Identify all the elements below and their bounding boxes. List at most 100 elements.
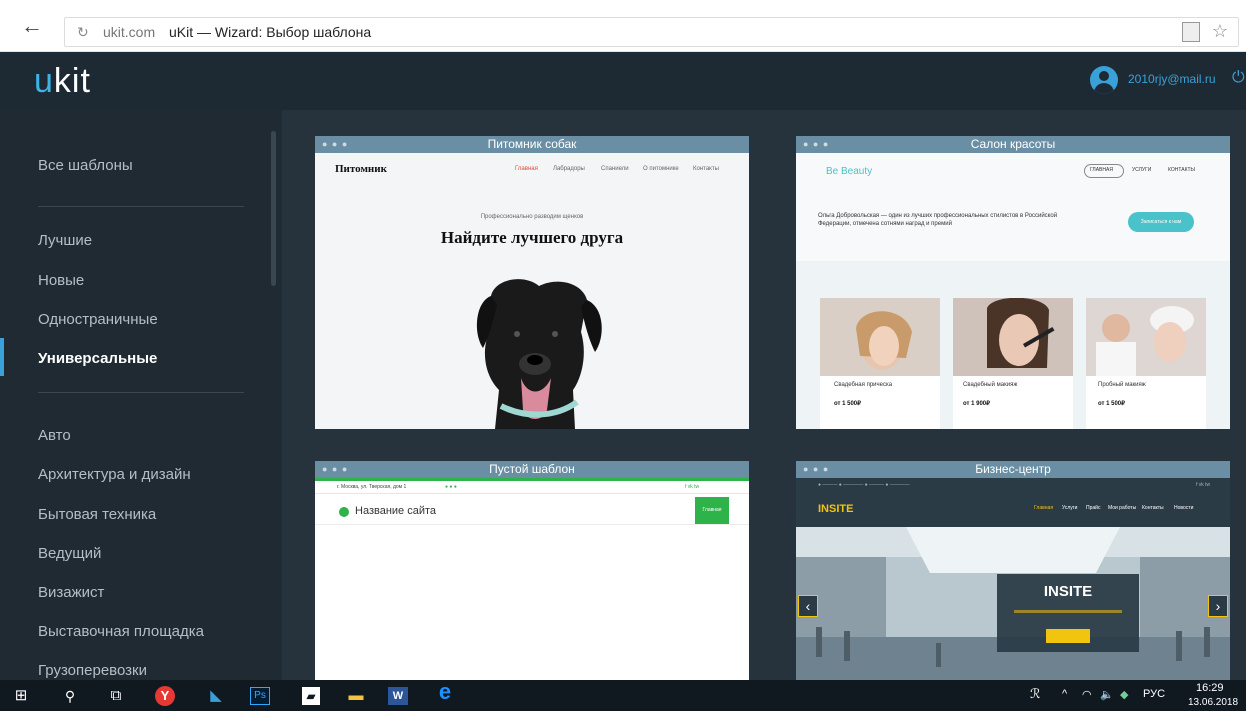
preview-contact: г. Москва, ул. Тверская, дом 1: [337, 484, 407, 490]
service-price: от 1 500₽: [834, 401, 861, 407]
preview-nav-item: Лабрадоры: [553, 166, 585, 172]
preview-accent-line: [315, 478, 749, 481]
sidebar-item-architecture[interactable]: Архитектура и дизайн: [38, 466, 191, 483]
preview-nav-item: Мои работы: [1108, 505, 1137, 511]
sidebar-item-onepage[interactable]: Одностраничные: [38, 311, 158, 328]
bookmark-icon[interactable]: [1182, 22, 1200, 42]
makeup-photo: [953, 297, 1073, 376]
card-title: Питомник собак: [487, 137, 577, 151]
browser-toolbar: ← ↻ ukit.com uKit — Wizard: Выбор шаблон…: [0, 0, 1246, 52]
slider-next-icon: ›: [1208, 595, 1228, 617]
sidebar-scrollbar[interactable]: [271, 131, 276, 286]
template-card-dog-kennel[interactable]: ● ● ● Питомник собак Питомник Главная Ла…: [315, 136, 749, 429]
people-icon[interactable]: ℛ: [1030, 686, 1040, 702]
card-title: Бизнес-центр: [975, 462, 1051, 476]
windows-start-icon[interactable]: ⊞: [10, 687, 32, 705]
wifi-icon[interactable]: ◠: [1082, 688, 1092, 701]
template-card-business-center[interactable]: ● ● ● Бизнес-центр ● ——— ● ———— ● ——— ● …: [796, 461, 1230, 680]
sidebar-item-best[interactable]: Лучшие: [38, 232, 92, 249]
address-domain: ukit.com: [103, 24, 156, 40]
slider-prev-icon: ‹: [798, 595, 818, 617]
star-icon[interactable]: ☆: [1212, 21, 1228, 42]
preview-nav-item: ГЛАВНАЯ: [1090, 167, 1113, 173]
sidebar-divider: [38, 206, 244, 207]
sidebar-item-appliances[interactable]: Бытовая техника: [38, 506, 156, 523]
bride-hair-photo: [820, 298, 940, 376]
preview-divider: [315, 493, 749, 494]
template-card-blank[interactable]: ● ● ● Пустой шаблон г. Москва, ул. Тверс…: [315, 461, 749, 680]
avatar[interactable]: [1090, 66, 1118, 94]
card-titlebar: ● ● ● Питомник собак: [315, 136, 749, 153]
sidebar-item-host[interactable]: Ведущий: [38, 545, 101, 562]
volume-icon[interactable]: 🔈: [1100, 688, 1114, 701]
tray-chevron-icon[interactable]: ^: [1062, 688, 1067, 700]
sidebar-divider: [38, 392, 244, 393]
yandex-browser-icon[interactable]: Y: [155, 686, 175, 706]
preview-nav-item: Контакты: [1142, 505, 1164, 511]
preview-intro: Ольга Добровольская — один из лучших про…: [818, 213, 1058, 227]
category-sidebar: Все шаблоны Лучшие Новые Одностраничные …: [0, 110, 282, 680]
preview-hero-button: [1046, 629, 1090, 643]
preview-tagline: Профессионально разводим щенков: [480, 214, 584, 220]
power-icon[interactable]: ⏻: [1232, 69, 1245, 87]
service-price: от 1 500₽: [1098, 401, 1125, 407]
trial-makeup-photo: [1086, 298, 1206, 376]
card-title: Пустой шаблон: [489, 462, 575, 476]
preview-nav-item: Новости: [1174, 505, 1194, 511]
preview-social-icons: f vk tw: [1196, 482, 1211, 488]
preview-brand: Be Beauty: [826, 166, 873, 177]
preview-service-card: Пробный макияж от 1 500₽: [1086, 298, 1206, 429]
preview-nav-item: Услуги: [1062, 505, 1078, 511]
preview-service-card: Свадебная прическа от 1 500₽: [820, 298, 940, 429]
preview-brand: INSITE: [818, 503, 854, 515]
site-logo-icon: [339, 507, 349, 517]
sidebar-item-all[interactable]: Все шаблоны: [38, 157, 133, 174]
preview-nav-item: Спаниели: [601, 166, 629, 172]
card-titlebar: ● ● ● Пустой шаблон: [315, 461, 749, 478]
address-bar[interactable]: ↻ ukit.com uKit — Wizard: Выбор шаблона …: [64, 17, 1239, 47]
sidebar-item-auto[interactable]: Авто: [38, 427, 71, 444]
template-grid: ● ● ● Питомник собак Питомник Главная Ла…: [282, 110, 1246, 680]
search-icon[interactable]: ⚲: [60, 687, 80, 705]
user-email[interactable]: 2010rjy@mail.ru: [1128, 72, 1216, 86]
template-card-beauty-salon[interactable]: ● ● ● Салон красоты Be Beauty ГЛАВНАЯ УС…: [796, 136, 1230, 429]
preview-nav-item: УСЛУГИ: [1132, 167, 1152, 173]
preview-divider: [315, 524, 749, 525]
app-header: ukit 2010rjy@mail.ru ⏻: [0, 52, 1246, 110]
preview-nav-item: КОНТАКТЫ: [1168, 167, 1195, 173]
preview-topbar-info: ● ——— ● ———— ● ——— ● ————: [818, 482, 910, 488]
active-indicator: [0, 338, 4, 376]
service-name: Свадебный макияж: [963, 382, 1018, 388]
preview-social-icons: f vk tw: [685, 484, 700, 490]
preview-nav-item: Главная: [1034, 505, 1054, 511]
preview-brand: Питомник: [335, 163, 387, 175]
page-title: uKit — Wizard: Выбор шаблона: [169, 24, 372, 40]
service-name: Свадебная прическа: [834, 382, 893, 388]
sidebar-item-makeup[interactable]: Визажист: [38, 584, 104, 601]
messenger-icon[interactable]: ◣: [205, 687, 227, 705]
preview-site-name: Название сайта: [355, 505, 437, 517]
photoshop-icon[interactable]: Ps: [250, 687, 270, 705]
windows-taskbar: ⊞ ⚲ ⧉ Y ◣ Ps ▰ ▬ W e ℛ ^ ◠ 🔈 ◆ РУС 16:29…: [0, 680, 1246, 711]
ukit-logo[interactable]: ukit: [34, 62, 91, 101]
network-status-icon[interactable]: ◆: [1120, 688, 1128, 701]
word-icon[interactable]: W: [388, 687, 408, 705]
task-view-icon[interactable]: ⧉: [105, 687, 127, 705]
back-arrow-icon[interactable]: ←: [20, 14, 44, 38]
dog-illustration: [476, 279, 602, 429]
reload-icon[interactable]: ↻: [77, 24, 89, 41]
sidebar-item-cargo[interactable]: Грузоперевозки: [38, 662, 147, 679]
preview-service-card: Свадебный макияж от 1 900₽: [953, 297, 1073, 429]
preview-nav-item: Главная: [515, 166, 538, 172]
sidebar-item-new[interactable]: Новые: [38, 272, 84, 289]
card-titlebar: ● ● ● Бизнес-центр: [796, 461, 1230, 478]
sidebar-item-universal[interactable]: Универсальные: [38, 350, 157, 367]
clock-time[interactable]: 16:29: [1196, 682, 1224, 694]
language-indicator[interactable]: РУС: [1143, 688, 1165, 700]
file-explorer-icon[interactable]: ▬: [346, 687, 366, 705]
clock-date[interactable]: 13.06.2018: [1188, 697, 1238, 708]
sidebar-item-exhibition[interactable]: Выставочная площадка: [38, 623, 204, 640]
service-price: от 1 900₽: [963, 401, 990, 407]
edge-browser-icon[interactable]: e: [434, 681, 456, 703]
notes-app-icon[interactable]: ▰: [302, 687, 320, 705]
